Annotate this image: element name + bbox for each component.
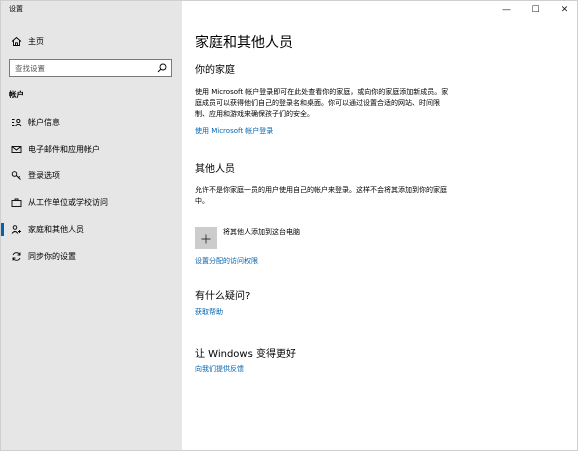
other-people-description: 允许不是你家庭一员的用户使用自己的帐户来登录。这样不会将其添加到你的家庭中。	[195, 186, 447, 205]
briefcase-icon	[9, 196, 23, 210]
window-title: 设置	[9, 5, 23, 13]
sidebar-item-sign-in-options[interactable]: 登录选项	[1, 163, 182, 190]
sidebar-nav-list: 帐户信息 电子邮件和应用帐户 登录选项 从工作单位或学校访问 家庭和其他人员 同…	[1, 109, 182, 270]
sidebar-item-email-accounts[interactable]: 电子邮件和应用帐户	[1, 136, 182, 163]
sidebar-item-label: 电子邮件和应用帐户	[28, 144, 100, 154]
home-icon	[9, 34, 23, 48]
main-content: — ☐ ✕ 家庭和其他人员 你的家庭 使用 Microsoft 帐户登录即可在此…	[182, 1, 577, 450]
sidebar-item-label: 同步你的设置	[28, 251, 76, 261]
search-box	[9, 59, 172, 77]
key-icon	[9, 169, 23, 183]
sidebar-item-home[interactable]: 主页	[1, 31, 182, 51]
family-description: 使用 Microsoft 帐户登录即可在此处查看你的家庭，或向你的家庭添加新成员…	[195, 88, 449, 118]
maximize-button[interactable]: ☐	[521, 1, 550, 19]
search-icon[interactable]	[156, 62, 168, 74]
sidebar-item-family[interactable]: 家庭和其他人员	[1, 216, 182, 243]
sidebar-item-label: 家庭和其他人员	[28, 225, 84, 235]
search-input[interactable]	[15, 61, 151, 75]
user-card-icon	[9, 115, 23, 129]
settings-window: 设置 主页 帐户	[0, 0, 578, 451]
sidebar-item-label: 从工作单位或学校访问	[28, 198, 108, 208]
add-other-user-label: 将其他人添加到这台电脑	[223, 228, 300, 236]
minimize-button[interactable]: —	[492, 1, 521, 19]
sidebar-item-label: 登录选项	[28, 171, 60, 181]
assigned-access-link[interactable]: 设置分配的访问权限	[195, 256, 258, 266]
people-icon	[9, 223, 23, 237]
add-tile	[195, 227, 217, 249]
add-other-user-button[interactable]: 将其他人添加到这台电脑	[195, 227, 300, 249]
sidebar-item-label: 帐户信息	[28, 117, 60, 127]
close-button[interactable]: ✕	[550, 1, 577, 19]
mail-icon	[9, 142, 23, 156]
give-feedback-link[interactable]: 向我们提供反馈	[195, 364, 244, 374]
other-people-heading: 其他人员	[195, 164, 235, 175]
sidebar-home-label: 主页	[28, 36, 44, 46]
feedback-heading: 让 Windows 变得更好	[195, 349, 296, 360]
section-label-accounts: 帐户	[9, 90, 24, 99]
window-controls: — ☐ ✕	[492, 1, 577, 19]
questions-heading: 有什么疑问?	[195, 291, 251, 302]
sidebar-item-sync-settings[interactable]: 同步你的设置	[1, 243, 182, 270]
sync-icon	[9, 249, 23, 263]
plus-icon	[201, 229, 211, 248]
sidebar-item-your-info[interactable]: 帐户信息	[1, 109, 182, 136]
family-heading: 你的家庭	[195, 65, 235, 76]
get-help-link[interactable]: 获取帮助	[195, 307, 223, 317]
sidebar-item-work-access[interactable]: 从工作单位或学校访问	[1, 189, 182, 216]
page-title: 家庭和其他人员	[195, 35, 293, 51]
sidebar: 设置 主页 帐户	[1, 1, 182, 450]
microsoft-sign-in-link[interactable]: 使用 Microsoft 帐户登录	[195, 126, 273, 136]
